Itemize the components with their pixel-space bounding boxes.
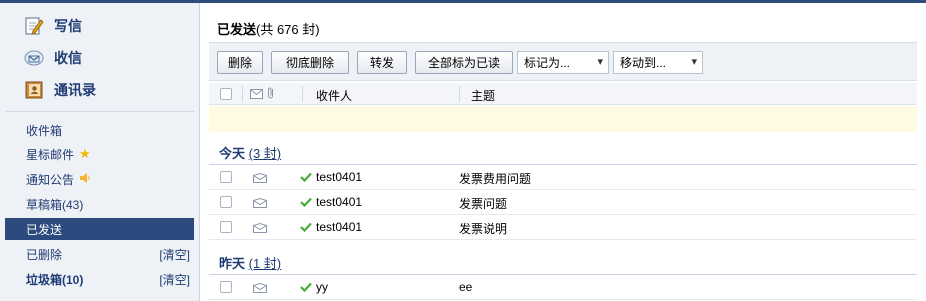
group-today: 今天 (3 封) — [219, 143, 281, 162]
read-envelope-icon — [252, 222, 268, 233]
table-row[interactable]: yy ee — [209, 275, 917, 300]
mail-list-panel: 已发送(共 676 封) 删除 彻底删除 转发 全部标为已读 标记为... ▾ … — [201, 3, 926, 301]
table-header: 收件人 主题 — [209, 83, 917, 105]
folder-label: 草稿箱(43) — [26, 197, 84, 212]
sent-check-icon — [300, 171, 312, 183]
sent-check-icon — [300, 196, 312, 208]
group-count-link[interactable]: (1 封) — [249, 256, 282, 271]
row-checkbox[interactable] — [220, 171, 232, 183]
group-label: 昨天 — [219, 256, 246, 271]
move-to-label: 移动到... — [620, 56, 667, 70]
folder-inbox[interactable]: 收件箱 — [5, 119, 194, 141]
sent-check-icon — [300, 221, 312, 233]
chevron-down-icon: ▾ — [691, 56, 697, 68]
compose-icon — [24, 16, 44, 36]
folder-sent[interactable]: 已发送 — [5, 218, 194, 240]
compose-button[interactable]: 写信 — [24, 15, 82, 37]
subject-text[interactable]: 发票问题 — [459, 195, 507, 212]
folder-label: 星标邮件 — [26, 147, 75, 162]
folder-starred[interactable]: 星标邮件 ★ — [5, 143, 194, 165]
subject-text[interactable]: 发票说明 — [459, 220, 507, 237]
mail-count: (共 676 封) — [256, 22, 320, 37]
recipient-cell: test0401 — [300, 220, 362, 234]
folder-label: 收件箱 — [26, 123, 63, 138]
folder-deleted[interactable]: 已删除 [清空] — [5, 243, 194, 265]
contacts-button[interactable]: 通讯录 — [24, 79, 96, 101]
column-divider — [242, 86, 243, 102]
table-row[interactable]: test0401 发票说明 — [209, 215, 917, 240]
move-to-dropdown[interactable]: 移动到... ▾ — [613, 51, 703, 74]
folder-label: 已发送 — [26, 222, 63, 237]
mark-all-read-button[interactable]: 全部标为已读 — [415, 51, 513, 74]
inbox-button[interactable]: 收信 — [24, 47, 82, 69]
recipient-cell: test0401 — [300, 195, 362, 209]
table-row[interactable]: test0401 发票费用问题 — [209, 165, 917, 190]
recipient-cell: yy — [300, 280, 328, 294]
read-envelope-icon — [252, 197, 268, 208]
recipient-cell: test0401 — [300, 170, 362, 184]
folder-label: 通知公告 — [26, 172, 75, 187]
group-yesterday: 昨天 (1 封) — [219, 253, 281, 272]
folder-label: 垃圾箱(10) — [26, 272, 84, 287]
table-row[interactable]: test0401 发票问题 — [209, 190, 917, 215]
envelope-column-icon — [250, 88, 263, 102]
folder-notices[interactable]: 通知公告 — [5, 168, 194, 190]
mark-as-label: 标记为... — [524, 56, 571, 70]
toolbar: 删除 彻底删除 转发 全部标为已读 标记为... ▾ 移动到... ▾ — [209, 42, 917, 81]
select-all-checkbox[interactable] — [220, 88, 232, 100]
recipient-column-header[interactable]: 收件人 — [316, 87, 352, 104]
subject-column-header[interactable]: 主题 — [471, 87, 495, 104]
forward-button[interactable]: 转发 — [357, 51, 407, 74]
sidebar: 写信 收信 通讯录 收件箱 星标邮件 ★ 通知公告 草稿箱(43) 已发送 已删… — [0, 3, 200, 301]
row-checkbox[interactable] — [220, 221, 232, 233]
empty-deleted-link[interactable]: [清空] — [159, 246, 190, 263]
read-envelope-icon — [252, 172, 268, 183]
speaker-icon — [79, 172, 91, 187]
recipient-name: test0401 — [316, 195, 363, 209]
recipient-name: yy — [316, 280, 328, 294]
subject-text[interactable]: ee — [459, 280, 472, 294]
recipient-name: test0401 — [316, 220, 363, 234]
receive-mail-icon — [24, 48, 44, 68]
row-checkbox[interactable] — [220, 281, 232, 293]
group-label: 今天 — [219, 146, 246, 161]
sidebar-divider — [6, 111, 194, 112]
folder-label: 已删除 — [26, 247, 63, 262]
recipient-name: test0401 — [316, 170, 363, 184]
contacts-label: 通讯录 — [54, 82, 96, 98]
mark-as-dropdown[interactable]: 标记为... ▾ — [517, 51, 609, 74]
subject-text[interactable]: 发票费用问题 — [459, 170, 531, 187]
star-icon: ★ — [79, 146, 91, 161]
delete-button[interactable]: 删除 — [217, 51, 263, 74]
chevron-down-icon: ▾ — [597, 56, 603, 68]
attachment-column-icon — [267, 86, 275, 103]
empty-spam-link[interactable]: [清空] — [159, 271, 190, 288]
column-divider — [302, 86, 303, 102]
folder-title: 已发送 — [217, 22, 257, 37]
address-book-icon — [24, 80, 44, 100]
read-envelope-icon — [252, 282, 268, 293]
group-count-link[interactable]: (3 封) — [249, 146, 282, 161]
page-title: 已发送(共 676 封) — [217, 19, 320, 38]
inbox-label: 收信 — [54, 50, 82, 66]
sent-check-icon — [300, 281, 312, 293]
column-divider — [459, 86, 460, 102]
folder-drafts[interactable]: 草稿箱(43) — [5, 193, 194, 215]
notice-bar — [209, 106, 917, 132]
compose-label: 写信 — [54, 18, 82, 34]
row-checkbox[interactable] — [220, 196, 232, 208]
delete-forever-button[interactable]: 彻底删除 — [271, 51, 349, 74]
folder-spam[interactable]: 垃圾箱(10) [清空] — [5, 268, 194, 290]
